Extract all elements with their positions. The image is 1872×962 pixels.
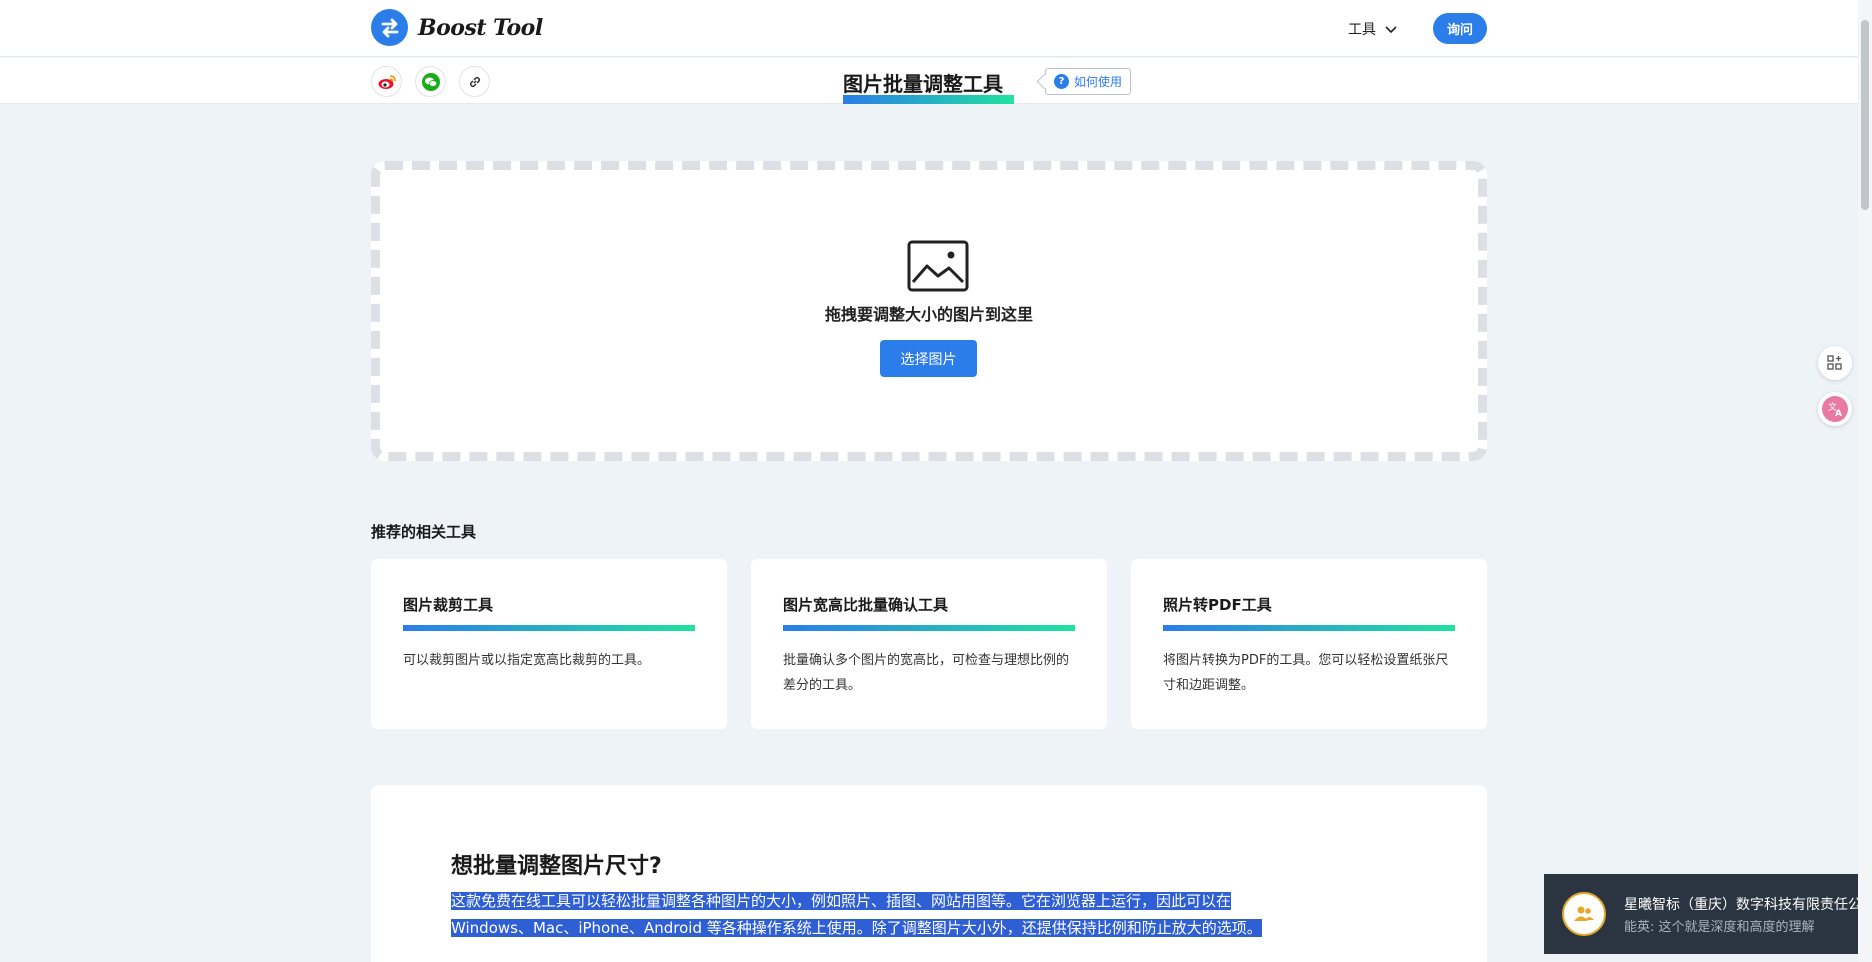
- help-icon: ?: [1054, 74, 1069, 89]
- tools-dropdown[interactable]: 工具: [1348, 19, 1398, 39]
- tool-card-crop[interactable]: 图片裁剪工具 可以裁剪图片或以指定宽高比裁剪的工具。: [371, 559, 727, 729]
- tool-card-aspect-ratio[interactable]: 图片宽高比批量确认工具 批量确认多个图片的宽高比，可检查与理想比例的差分的工具。: [751, 559, 1107, 729]
- tools-label: 工具: [1348, 22, 1376, 38]
- card-description: 批量确认多个图片的宽高比，可检查与理想比例的差分的工具。: [783, 653, 1070, 693]
- copy-link-button[interactable]: [459, 66, 490, 97]
- card-description: 可以裁剪图片或以指定宽高比裁剪的工具。: [403, 653, 651, 668]
- recommended-heading: 推荐的相关工具: [371, 523, 477, 541]
- logo-icon: [371, 9, 408, 46]
- article-line: Windows、Mac、iPhone、Android 等各种操作系统上使用。除了…: [451, 919, 1262, 937]
- card-title: 图片裁剪工具: [403, 596, 494, 614]
- card-accent-bar: [1163, 625, 1455, 631]
- card-description: 将图片转换为PDF的工具。您可以轻松设置纸张尺寸和边距调整。: [1163, 653, 1449, 693]
- card-title: 图片宽高比批量确认工具: [783, 596, 949, 614]
- tool-subbar: 图片批量调整工具 ? 如何使用: [0, 58, 1858, 104]
- brand-name: Boost Tool: [418, 14, 543, 41]
- how-to-use-button[interactable]: ? 如何使用: [1045, 68, 1132, 95]
- image-drop-zone[interactable]: 拖拽要调整大小的图片到这里 选择图片: [371, 161, 1487, 461]
- translate-float-button[interactable]: 文 A: [1818, 392, 1852, 426]
- article-line: 这款免费在线工具可以轻松批量调整各种图片的大小，例如照片、插图、网站用图等。它在…: [451, 892, 1232, 910]
- article-section: 想批量调整图片尺寸? 这款免费在线工具可以轻松批量调整各种图片的大小，例如照片、…: [371, 785, 1487, 962]
- card-title: 照片转PDF工具: [1163, 596, 1272, 614]
- top-header: Boost Tool 工具 询问: [0, 0, 1858, 57]
- article-body: 这款免费在线工具可以轻松批量调整各种图片的大小，例如照片、插图、网站用图等。它在…: [451, 888, 1371, 942]
- wechat-icon: [421, 72, 440, 91]
- link-icon: [469, 76, 480, 87]
- tool-card-photo-to-pdf[interactable]: 照片转PDF工具 将图片转换为PDF的工具。您可以轻松设置纸张尺寸和边距调整。: [1131, 559, 1487, 729]
- scrollbar-thumb[interactable]: [1861, 20, 1869, 210]
- card-accent-bar: [783, 625, 1075, 631]
- select-image-button[interactable]: 选择图片: [880, 340, 977, 377]
- page-title: 图片批量调整工具: [843, 72, 1003, 96]
- apps-add-icon: [1827, 355, 1842, 370]
- article-title: 想批量调整图片尺寸?: [451, 854, 662, 879]
- notification-sender: 星曦智标（重庆）数字科技有限责任公司: [1624, 897, 1858, 913]
- group-avatar-icon: [1562, 892, 1606, 936]
- title-underline: [843, 95, 1014, 104]
- page-scrollbar[interactable]: [1858, 0, 1872, 962]
- how-to-use-label: 如何使用: [1074, 75, 1123, 89]
- notification-message: 能英: 这个就是深度和高度的理解: [1624, 920, 1815, 935]
- drop-instructions: 拖拽要调整大小的图片到这里: [824, 305, 1033, 324]
- inquiry-button[interactable]: 询问: [1433, 13, 1487, 44]
- chat-notification[interactable]: 星曦智标（重庆）数字科技有限责任公司 能英: 这个就是深度和高度的理解: [1544, 874, 1858, 954]
- weibo-share-button[interactable]: [371, 66, 402, 97]
- translate-icon: 文 A: [1822, 396, 1848, 422]
- apps-float-button[interactable]: [1818, 346, 1852, 380]
- brand-logo[interactable]: Boost Tool: [371, 9, 543, 46]
- svg-text:A: A: [1835, 409, 1842, 419]
- image-icon: [907, 240, 969, 292]
- weibo-icon: [378, 74, 396, 89]
- card-accent-bar: [403, 625, 695, 631]
- wechat-share-button[interactable]: [415, 66, 446, 97]
- chevron-down-icon: [1385, 26, 1397, 34]
